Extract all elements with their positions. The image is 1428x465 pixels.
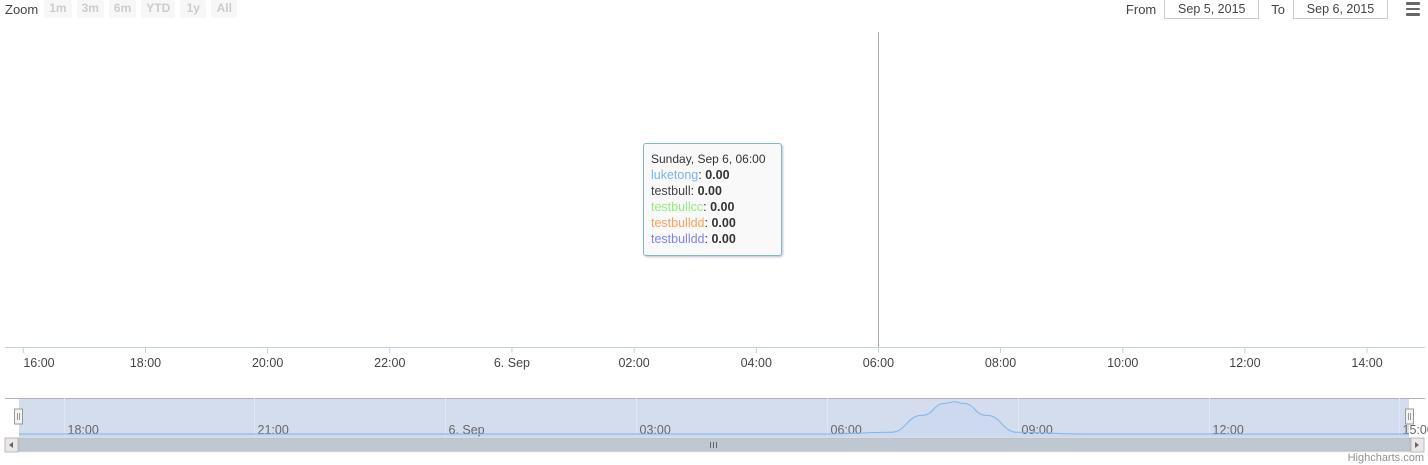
x-axis-tick-label: 06:00 (863, 356, 894, 370)
main-x-axis: 16:00 18:00 20:00 22:00 6. Sep 02:00 04:00 06:0… (5, 347, 1425, 370)
tooltip-row: testbull: 0.00 (651, 184, 722, 198)
tooltip-header: Sunday, Sep 6, 06:00 (651, 152, 766, 166)
tooltip-value: 0.00 (705, 168, 730, 182)
x-axis-tick-label: 18:00 (130, 356, 161, 370)
scrollbar-thumb (18, 437, 1411, 452)
x-axis-tick-label: 08:00 (985, 356, 1016, 370)
tooltip-row: testbulldd: 0.00 (651, 216, 736, 230)
x-axis-tick-label: 6. Sep (494, 356, 530, 370)
tooltip-series-name: testbulldd (651, 216, 705, 230)
tooltip-value: 0.00 (711, 232, 736, 246)
x-axis-tick-label: 10:00 (1107, 356, 1138, 370)
tooltip-value: 0.00 (711, 216, 736, 230)
tooltip-series-name: testbull (651, 184, 691, 198)
navigator-left-handle[interactable] (14, 408, 23, 425)
handle-body (1405, 408, 1414, 425)
handle-body (14, 408, 23, 425)
x-axis-tick-label: 14:00 (1351, 356, 1382, 370)
x-axis-tick-label: 22:00 (374, 356, 405, 370)
x-axis-tick-label: 04:00 (741, 356, 772, 370)
x-axis-tick-label: 20:00 (252, 356, 283, 370)
tooltip-row: testbulldd: 0.00 (651, 232, 736, 246)
tooltip-value: 0.00 (697, 184, 722, 198)
x-axis-tick-label: 02:00 (618, 356, 649, 370)
navigator-selected-range (19, 398, 1409, 437)
tooltip-series-name: luketong (651, 168, 699, 182)
tooltip-row: luketong: 0.00 (651, 168, 730, 182)
tooltip-series-name: testbulldd (651, 232, 705, 246)
tooltip-value: 0.00 (710, 200, 735, 214)
x-axis-tick-label: 16:00 (23, 356, 54, 370)
navigator-scrollbar[interactable] (4, 437, 1425, 453)
tooltip-series-name: testbullcc (651, 200, 704, 214)
tooltip-row: testbullcc: 0.00 (651, 200, 735, 214)
navigator[interactable]: 18:00 21:00 6. Sep 03:00 06:00 09:00 12:00 15:0… (4, 398, 1428, 453)
tooltip: Sunday, Sep 6, 06:00 luketong: 0.00 test… (643, 143, 782, 256)
credits-link[interactable]: Highcharts.com (1348, 452, 1424, 464)
x-axis-tick-label: 12:00 (1229, 356, 1260, 370)
navigator-right-handle[interactable] (1405, 408, 1414, 425)
